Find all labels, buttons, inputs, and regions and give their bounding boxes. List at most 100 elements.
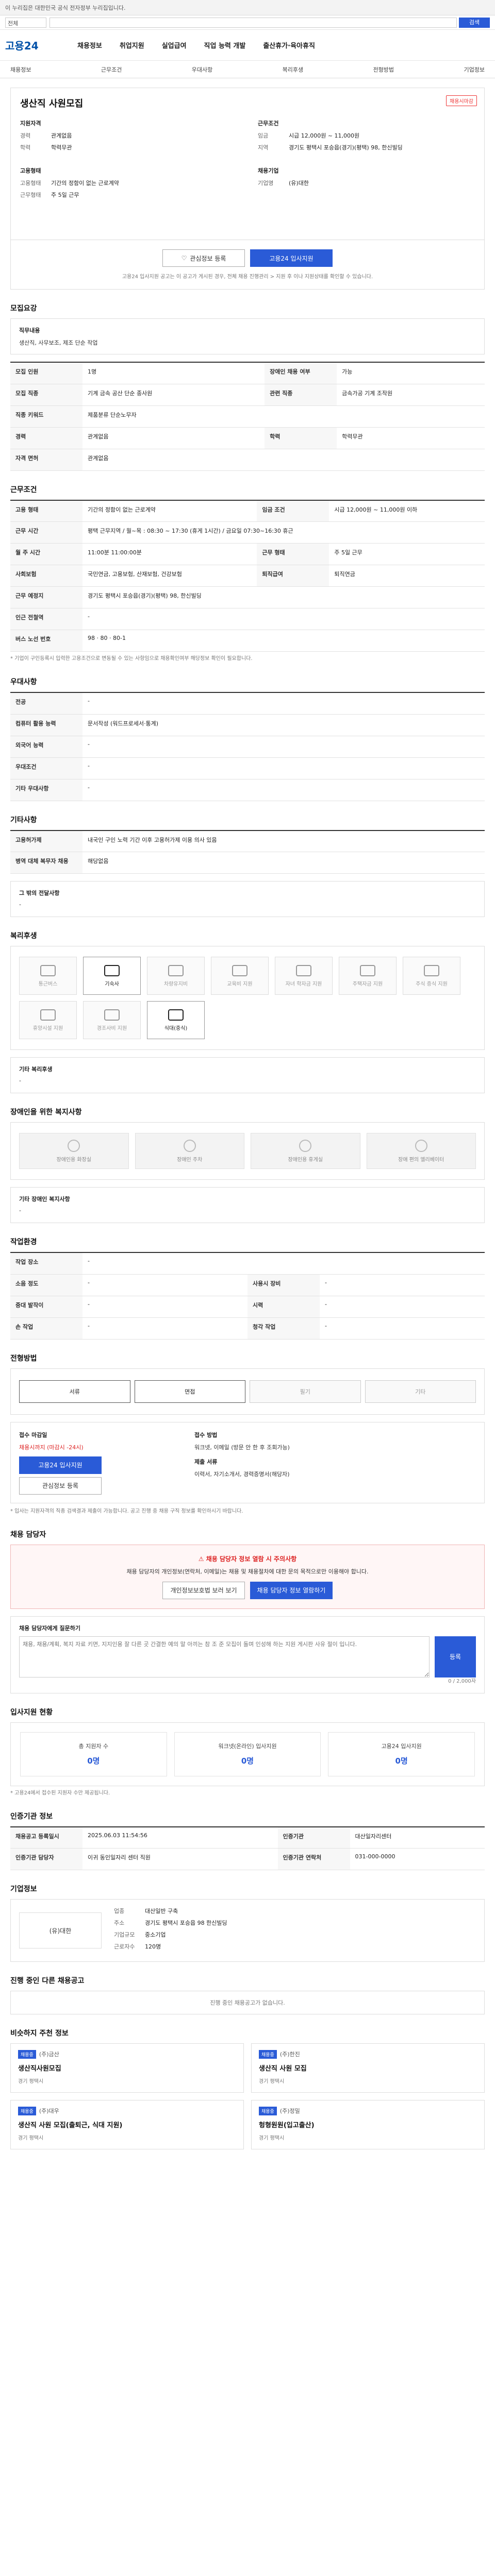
view-contact-button[interactable]: 채용 담당자 정보 열람하기 (250, 1581, 333, 1599)
table-row: 소음 정도 - 사용시 장비 - (10, 1274, 485, 1296)
apply-note: 고용24 입사지원 공고는 이 공고가 게시된 경우, 전체 채용 진행관리 >… (122, 274, 373, 280)
accessibility-icon (183, 1139, 196, 1152)
table-row: 근무 예정지 경기도 평택시 포승읍(경기)(평택) 98, 한신빌딩 (10, 586, 485, 608)
section-title: 전형방법 (10, 1354, 37, 1363)
nav-item[interactable]: 채용정보 (77, 40, 102, 50)
gov-banner: 이 누리집은 대한민국 공식 전자정부 누리집입니다. (0, 0, 495, 15)
question-textarea[interactable] (19, 1636, 430, 1677)
related-job-card[interactable]: 채용중 (주)한진 생산직 사원 모집 경기 평택시 (251, 2043, 485, 2093)
site-header: 고용24 채용정보 취업지원 실업급여 직업 능력 개발 출산휴가·육아휴직 (0, 30, 495, 61)
status-badge: 채용시마감 (446, 95, 477, 106)
action-bar: ♡ 관심정보 등록 고용24 입사지원 고용24 입사지원 공고는 이 공고가 게… (10, 240, 485, 290)
process-step: 기타 (365, 1380, 476, 1403)
work-env-table: 작업 장소 - 소음 정도 - 사용시 장비 - 중대 발작이 - 시력 - 손 작업 - 청각 작업 - (10, 1252, 485, 1340)
table-row: 사회보험 국민연금, 고용보험, 산재보험, 건강보험 퇴직급여 퇴직연금 (10, 565, 485, 587)
tab-process[interactable]: 전형방법 (373, 65, 394, 74)
conditions-table: 고용 형태 기간의 정함이 없는 근로계약 임금 조건 시급 12,000원 ~ 11… (10, 499, 485, 652)
qual-heading: 지원자격 (20, 120, 41, 127)
section-title: 모집요강 (10, 304, 37, 313)
section-title: 작업환경 (10, 1238, 37, 1246)
section-title: 인증기관 정보 (10, 1812, 53, 1821)
section-title: 진행 중인 다른 채용공고 (10, 1977, 85, 1985)
welfare-section: 복리후생 통근버스 기숙사 차량유지비 교육비 지원 자녀 학자금 지원 주택자금 지원 주… (10, 930, 485, 1093)
process-step: 서류 (19, 1380, 130, 1403)
table-row: 고용 형태 기간의 정함이 없는 근로계약 임금 조건 시급 12,000원 ~ 11… (10, 500, 485, 522)
nav-item[interactable]: 직업 능력 개발 (204, 40, 246, 50)
table-row: 작업 장소 - (10, 1252, 485, 1275)
heart-icon: ♡ (181, 255, 187, 262)
related-job-card[interactable]: 채용중 (주)금산 생산직사원모집 경기 평택시 (10, 2043, 244, 2093)
site-logo[interactable]: 고용24 (5, 38, 77, 53)
stats-row: 총 지원자 수 0명 워크넷(온라인) 입사지원 0명 고용24 입사지원 0명 (10, 1722, 485, 1786)
search-button[interactable]: 검색 (459, 17, 490, 28)
save-interest-button[interactable]: ♡ 관심정보 등록 (162, 249, 245, 267)
question-submit-button[interactable]: 등록 (435, 1636, 476, 1677)
tab-welfare[interactable]: 복리후생 (283, 65, 303, 74)
job-summary-card: 채용시마감 생산직 사원모집 지원자격 경력 관계없음 학력 학력무관 근무조건 임… (10, 88, 485, 240)
disability-section: 장애인을 위한 복지사항 장애인용 화장실 장애인 주차 장애인용 휴게실 장애 편의… (10, 1107, 485, 1223)
related-cards: 채용중 (주)금산 생산직사원모집 경기 평택시 채용중 (주)한진 생산직 사원 모집 경기… (10, 2043, 485, 2149)
company-info-row: 기업규모 중소기업 (114, 1931, 166, 1938)
apply-button-2[interactable]: 고용24 입사지원 (19, 1456, 102, 1474)
related-job-card[interactable]: 채용중 (주)대우 생산직 사원 모집(출퇴근, 식대 지원) 경기 평택시 (10, 2100, 244, 2149)
section-title: 복리후생 (10, 932, 37, 940)
search-input[interactable] (50, 17, 457, 28)
table-row: 고용허가제 내국인 구인 노력 기간 이후 고용허가제 이용 의사 있음 (10, 830, 485, 852)
search-row: 전체 검색 (0, 15, 495, 30)
welfare-icon (360, 964, 375, 976)
section-title: 채용 담당자 (10, 1530, 46, 1539)
welfare-item: 통근버스 (19, 957, 77, 995)
company-info-row: 주소 경기도 평택시 포승읍 98 한신빌딩 (114, 1920, 227, 1926)
welfare-item: 교육비 지원 (211, 957, 269, 995)
related-job-card[interactable]: 채용중 (주)정밀 헝형원원(입고출산) 경기 평택시 (251, 2100, 485, 2149)
disability-item: 장애인용 화장실 (19, 1133, 129, 1169)
etc-table: 고용허가제 내국인 구인 노력 기간 이후 고용허가제 이용 의사 있음 병역 대체… (10, 829, 485, 874)
process-step: 필기 (250, 1380, 361, 1403)
company-info-row: 근로자수 120명 (114, 1943, 161, 1950)
table-row: 손 작업 - 청각 작업 - (10, 1317, 485, 1340)
empty-state: 진행 중인 채용공고가 없습니다. (10, 1991, 485, 2014)
detail-tabs: 채용정보 근무조건 우대사항 복리후생 전형방법 기업정보 (0, 61, 495, 78)
corp-heading: 채용기업 (258, 167, 279, 174)
table-row: 전공 - (10, 692, 485, 715)
accessibility-icon (299, 1139, 312, 1152)
apply-status-section: 입사지원 현황 총 지원자 수 0명 워크넷(온라인) 입사지원 0명 고용24 입사지… (10, 1707, 485, 1798)
save-interest-button-2[interactable]: 관심정보 등록 (19, 1477, 102, 1495)
welfare-icon (232, 964, 248, 976)
table-row: 경력 관계없음 학력 학력무관 (10, 427, 485, 449)
apply-box: 접수 마감일 채용시까지 (마감시 -24시) 고용24 입사지원 관심정보 등… (10, 1421, 485, 1503)
section-title: 우대사항 (10, 678, 37, 686)
accessibility-icon (68, 1139, 80, 1152)
table-row: 우대조건 - (10, 757, 485, 779)
welfare-icon (296, 964, 311, 976)
conditions-note: * 기업이 구인등록시 입력한 고용조건으로 변동될 수 있는 사항임으로 채용… (10, 656, 253, 662)
table-row: 채용공고 등록일시 2025.06.03 11:54:56 인증기관 대산일자리센터 (10, 1826, 485, 1849)
search-scope-select[interactable]: 전체 (5, 17, 46, 28)
recruit-table: 모집 인원 1명 장애인 채용 여부 가능 모집 직종 기계 금속 공산 단순 종사원 관련… (10, 362, 485, 471)
section-title: 입사지원 현황 (10, 1708, 53, 1717)
tab-preference[interactable]: 우대사항 (192, 65, 212, 74)
nav-item[interactable]: 출산휴가·육아휴직 (263, 40, 315, 50)
process-step: 면접 (134, 1380, 245, 1403)
nav-item[interactable]: 취업지원 (120, 40, 144, 50)
nav-item[interactable]: 실업급여 (162, 40, 187, 50)
table-row: 중대 발작이 - 시력 - (10, 1296, 485, 1318)
privacy-law-button[interactable]: 개인정보보호법 보러 보기 (162, 1581, 245, 1599)
accessibility-icon (415, 1139, 427, 1152)
table-row: 인근 전철역 - (10, 608, 485, 630)
stat-box: 워크넷(온라인) 입사지원 0명 (174, 1732, 321, 1776)
tab-recruit[interactable]: 채용정보 (10, 65, 31, 74)
table-row: 병역 대체 복무자 채용 해당없음 (10, 852, 485, 874)
tab-conditions[interactable]: 근무조건 (101, 65, 122, 74)
table-row: 인증기관 담당자 이귀 동인일자리 센터 직원 인증기관 연락처 031-000-00… (10, 1848, 485, 1870)
work-heading: 근무조건 (258, 120, 279, 127)
apply-button[interactable]: 고용24 입사지원 (250, 249, 333, 267)
disability-item: 장애인 주차 (135, 1133, 244, 1169)
disability-grid: 장애인용 화장실 장애인 주차 장애인용 휴게실 장애 편의 엘리베이터 (10, 1122, 485, 1180)
welfare-item: 휴양시설 지원 (19, 1001, 77, 1039)
similar-section: 진행 중인 다른 채용공고 진행 중인 채용공고가 없습니다. (10, 1975, 485, 2014)
preference-section: 우대사항 전공 - 컴퓨터 활용 능력 문서작성 (워드프로세서·통계) 외국어 능력 -… (10, 676, 485, 801)
table-row: 모집 직종 기계 금속 공산 단순 종사원 관련 직종 금속가공 기계 조작원 (10, 384, 485, 406)
welfare-icon (104, 964, 120, 976)
tab-company[interactable]: 기업정보 (464, 65, 484, 74)
